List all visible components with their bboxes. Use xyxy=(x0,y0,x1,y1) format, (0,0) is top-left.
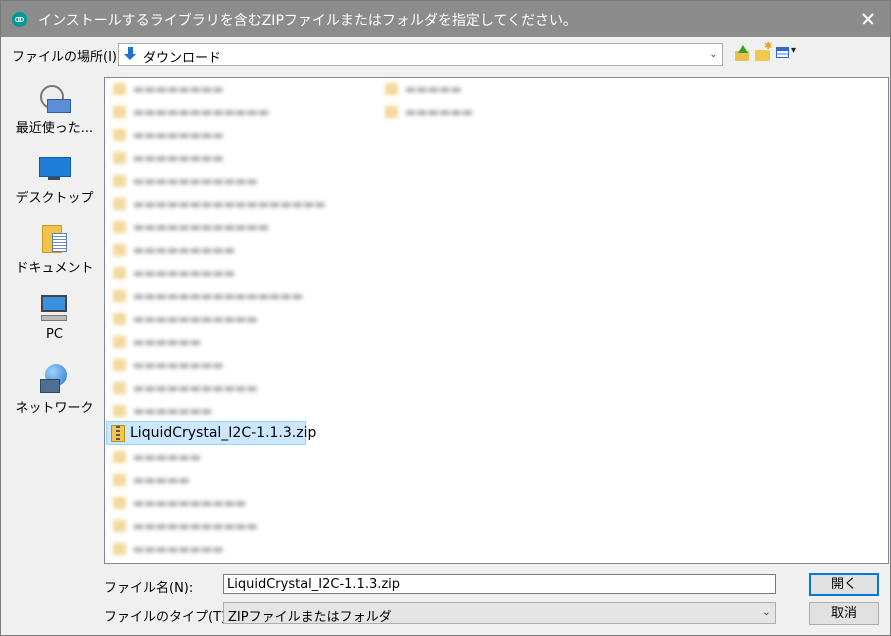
blurred-file-row[interactable]: ▬▬▬▬▬▬▬▬▬ xyxy=(113,264,313,284)
folder-icon xyxy=(385,106,398,118)
folder-icon xyxy=(113,175,126,187)
arduino-icon xyxy=(12,12,27,27)
network-icon xyxy=(38,363,70,393)
filename-label: ファイル名(N): xyxy=(104,581,194,596)
folder-icon xyxy=(113,451,126,463)
blurred-file-row[interactable]: ▬▬▬▬▬ xyxy=(385,80,585,100)
folder-icon xyxy=(113,129,126,141)
zip-file-icon xyxy=(111,425,125,442)
blurred-file-row[interactable]: ▬▬▬▬▬▬▬▬ xyxy=(113,356,313,376)
folder-icon xyxy=(113,313,126,325)
chevron-down-icon[interactable]: ⌄ xyxy=(705,44,722,65)
blurred-file-row[interactable]: ▬▬▬▬▬▬ xyxy=(113,448,313,468)
selected-file-name: LiquidCrystal_I2C-1.1.3.zip xyxy=(130,425,317,441)
blurred-file-row[interactable]: ▬▬▬▬▬▬▬▬▬▬▬ xyxy=(113,379,333,399)
selected-file-row[interactable]: LiquidCrystal_I2C-1.1.3.zip xyxy=(106,421,316,445)
blurred-file-row[interactable]: ▬▬▬▬▬▬▬▬ xyxy=(113,540,313,560)
place-label: PC xyxy=(46,327,63,342)
folder-icon xyxy=(113,543,126,555)
blurred-file-row[interactable]: ▬▬▬▬▬▬ xyxy=(385,103,585,123)
folder-icon xyxy=(113,336,126,348)
location-combo[interactable]: ダウンロード ⌄ xyxy=(118,43,723,66)
blurred-file-row[interactable]: ▬▬▬▬▬▬▬▬▬▬ xyxy=(113,494,333,514)
computer-icon xyxy=(38,293,70,323)
filetype-select[interactable]: ZIPファイルまたはフォルダ ⌄ xyxy=(223,602,776,625)
blurred-file-row[interactable]: ▬▬▬▬▬▬ xyxy=(113,333,313,353)
download-arrow-icon xyxy=(124,47,137,62)
folder-icon xyxy=(113,267,126,279)
folder-icon xyxy=(113,152,126,164)
new-folder-icon[interactable] xyxy=(755,41,772,62)
folder-icon xyxy=(113,359,126,371)
folder-icon xyxy=(113,83,126,95)
folder-icon xyxy=(113,405,126,417)
filetype-value: ZIPファイルまたはフォルダ xyxy=(228,610,392,625)
location-label: ファイルの場所(I): xyxy=(12,50,122,65)
place-documents[interactable]: ドキュメント xyxy=(12,217,97,279)
folder-icon xyxy=(113,382,126,394)
close-button[interactable] xyxy=(844,1,890,37)
place-label: ネットワーク xyxy=(15,401,94,416)
blurred-file-row[interactable]: ▬▬▬▬▬▬▬ xyxy=(113,402,313,422)
cancel-button[interactable]: 取消 xyxy=(809,602,879,625)
up-folder-icon[interactable] xyxy=(734,45,751,62)
blurred-file-row[interactable]: ▬▬▬▬▬▬▬▬▬▬▬ xyxy=(113,172,313,192)
window-title: インストールするライブラリを含むZIPファイルまたはフォルダを指定してください。 xyxy=(38,13,578,29)
place-recent[interactable]: 最近使った... xyxy=(12,77,97,139)
blurred-file-row[interactable]: ▬▬▬▬▬▬▬▬ xyxy=(113,126,313,146)
place-label: 最近使った... xyxy=(15,121,94,136)
place-desktop[interactable]: デスクトップ xyxy=(12,147,97,209)
place-network[interactable]: ネットワーク xyxy=(12,357,97,419)
place-label: ドキュメント xyxy=(15,261,94,276)
chevron-down-icon[interactable]: ⌄ xyxy=(758,603,775,623)
blurred-file-row[interactable]: ▬▬▬▬▬▬▬▬▬▬▬ xyxy=(113,310,333,330)
title-bar[interactable]: インストールするライブラリを含むZIPファイルまたはフォルダを指定してください。 xyxy=(1,1,890,37)
folder-icon xyxy=(113,221,126,233)
place-pc[interactable]: PC xyxy=(12,287,97,349)
folder-icon xyxy=(113,106,126,118)
folder-icon xyxy=(113,198,126,210)
place-label: デスクトップ xyxy=(15,191,94,206)
filename-input[interactable] xyxy=(223,574,776,594)
recent-items-icon xyxy=(38,83,71,113)
blurred-file-row[interactable]: ▬▬▬▬▬▬▬▬▬▬▬ xyxy=(113,517,333,537)
folder-icon xyxy=(113,520,126,532)
blurred-file-row[interactable]: ▬▬▬▬▬▬▬▬ xyxy=(113,149,313,169)
documents-icon xyxy=(38,223,70,253)
places-bar: 最近使った... デスクトップ ドキュメント PC ネットワーク xyxy=(12,77,97,427)
blurred-file-row[interactable]: ▬▬▬▬▬▬▬▬▬▬▬▬▬▬▬ xyxy=(113,287,383,307)
blurred-file-row[interactable]: ▬▬▬▬▬▬▬▬▬▬▬▬ xyxy=(113,103,313,123)
blurred-file-row[interactable]: ▬▬▬▬▬▬▬▬▬▬▬▬ xyxy=(113,218,343,238)
location-value: ダウンロード xyxy=(143,51,222,66)
file-list[interactable]: ▬▬▬▬▬▬▬▬ ▬▬▬▬▬▬▬▬▬▬▬▬ ▬▬▬▬▬▬▬▬ ▬▬▬▬▬▬▬▬ … xyxy=(104,77,889,564)
folder-icon xyxy=(385,83,398,95)
blurred-file-row[interactable]: ▬▬▬▬▬▬▬▬▬ xyxy=(113,241,313,261)
blurred-file-row[interactable]: ▬▬▬▬▬ xyxy=(113,471,313,491)
file-chooser-dialog: インストールするライブラリを含むZIPファイルまたはフォルダを指定してください。… xyxy=(0,0,891,636)
blurred-file-row[interactable]: ▬▬▬▬▬▬▬▬ xyxy=(113,80,313,100)
open-button[interactable]: 開く xyxy=(809,573,879,596)
folder-icon xyxy=(113,290,126,302)
desktop-icon xyxy=(38,153,71,183)
folder-icon xyxy=(113,497,126,509)
folder-icon xyxy=(113,244,126,256)
view-menu-icon[interactable] xyxy=(776,45,798,62)
folder-icon xyxy=(113,474,126,486)
blurred-file-row[interactable]: ▬▬▬▬▬▬▬▬▬▬▬▬▬▬▬▬▬ xyxy=(113,195,393,215)
filetype-label: ファイルのタイプ(T): xyxy=(104,610,231,625)
